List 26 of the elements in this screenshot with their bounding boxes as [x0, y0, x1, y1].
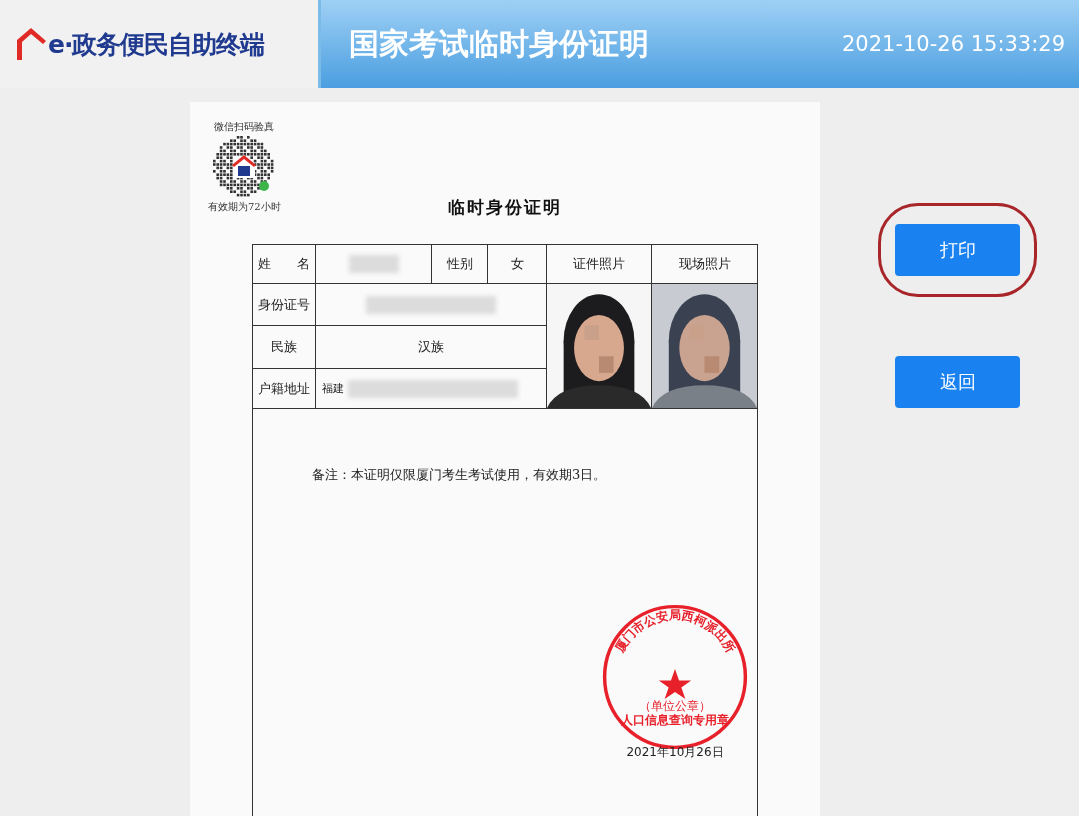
qr-code-icon [213, 136, 276, 198]
logo-text: e·政务便民自助终端 [48, 28, 265, 61]
field-value: 女 [510, 255, 524, 273]
action-button[interactable]: 返回 [895, 356, 1020, 408]
stamp-text: （单位公章） [639, 699, 711, 714]
field-label: 性别 [446, 255, 473, 273]
star-icon [658, 668, 692, 699]
note-text: 备注：本证明仅限厦门考生考试使用，有效期3日。 [312, 467, 607, 482]
issue-date: 2021年10月26日 [626, 744, 724, 761]
redaction-blur [348, 255, 399, 273]
field-label: 姓 名 [258, 255, 310, 273]
column-header: 证件照片 [573, 255, 625, 273]
field-label: 身份证号 [258, 295, 310, 314]
column-header: 现场照片 [678, 255, 731, 273]
field-value: 汉族 [418, 338, 444, 356]
field-label: 户籍地址 [258, 379, 310, 398]
page-title: 国家考试临时身份证明 [349, 24, 649, 63]
document-title: 临时身份证明 [448, 197, 562, 217]
stamp-text: 厦门市公安局西柯派出所 [612, 608, 738, 655]
field-value: 福建 [322, 381, 344, 396]
qr-caption: 微信扫码验真 [214, 120, 275, 134]
qr-caption: 有效期为72小时 [208, 200, 281, 214]
datetime: 2021-10-26 15:33:29 [841, 32, 1065, 56]
field-label: 民族 [271, 338, 297, 356]
house-logo-icon [16, 26, 46, 62]
action-button[interactable]: 打印 [895, 224, 1020, 276]
